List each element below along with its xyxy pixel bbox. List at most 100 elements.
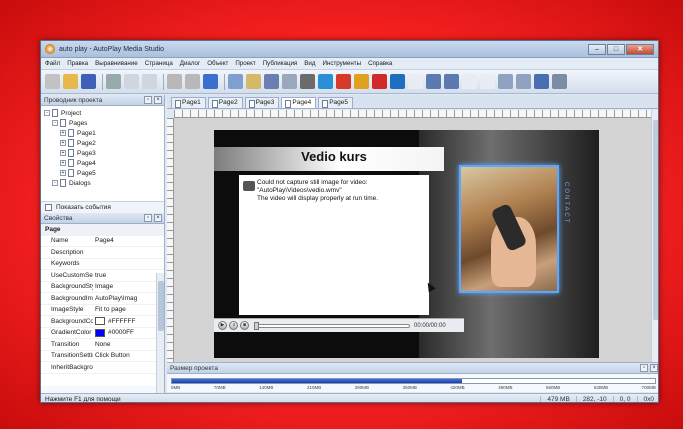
stop-icon[interactable]: ■ [240,321,249,330]
menu-view[interactable]: Вид [304,60,315,67]
property-row[interactable]: Transition None [41,339,164,351]
expand-toggle-icon[interactable]: - [52,180,58,186]
show-events-row[interactable]: Показать события [41,201,164,213]
property-value-cell[interactable]: Image [93,283,164,290]
wand-icon[interactable] [45,74,60,89]
minimize-button[interactable]: – [588,43,606,55]
tab-page1[interactable]: Page1 [171,97,206,108]
menu-dialog[interactable]: Диалог [180,60,200,67]
menu-tools[interactable]: Инструменты [322,60,361,67]
seek-knob[interactable] [254,321,259,330]
tab-page2[interactable]: Page2 [207,97,243,108]
pdf-object-icon[interactable] [372,74,387,89]
property-value-cell[interactable]: AutoPlay\Imag [93,295,164,302]
save-icon[interactable] [81,74,96,89]
pin-icon[interactable]: ▫ [144,96,152,104]
media-object-icon[interactable] [354,74,369,89]
property-value-cell[interactable]: #0000FF [93,328,164,337]
property-value-cell[interactable]: Page4 [93,237,164,244]
list-object-icon[interactable] [462,74,477,89]
property-row[interactable]: ImageStyle Fit to page [41,305,164,316]
open-folder-icon[interactable] [63,74,78,89]
menu-object[interactable]: Объект [207,60,228,67]
tree-item[interactable]: - Pages [44,118,161,128]
video-object[interactable]: Could not capture still image for video:… [239,175,429,315]
tab-page4[interactable]: Page4 [281,97,317,108]
text-object-icon[interactable] [264,74,279,89]
web-object-icon[interactable] [318,74,333,89]
close-pane-icon[interactable]: × [154,96,162,104]
tab-page5[interactable]: Page5 [318,97,353,108]
tree-item[interactable]: + Page4 [44,158,161,168]
plugin-object-icon[interactable] [300,74,315,89]
combo-object-icon[interactable] [480,74,495,89]
show-events-checkbox[interactable] [45,204,52,211]
pause-icon[interactable]: ॥ [229,321,238,330]
close-button[interactable]: ✕ [626,43,654,55]
paragraph-object-icon[interactable] [282,74,297,89]
menu-align[interactable]: Выравнивание [95,60,138,67]
property-row[interactable]: GradientColor #0000FF [41,328,164,339]
menu-help[interactable]: Справка [368,60,392,67]
expand-toggle-icon[interactable]: + [60,130,66,136]
menu-project[interactable]: Проект [235,60,255,67]
tree-item[interactable]: + Page2 [44,138,161,148]
menu-publish[interactable]: Публикация [263,60,298,67]
property-row[interactable]: BackgroundIma AutoPlay\Imag [41,293,164,305]
properties-scrollbar[interactable] [156,273,164,401]
ie-object-icon[interactable] [390,74,405,89]
canvas-scrollbar[interactable] [651,110,658,362]
tab-page3[interactable]: Page3 [244,97,280,108]
tree-item[interactable]: - Dialogs [44,178,161,188]
property-value-cell[interactable]: #FFFFFF [93,317,164,326]
redo-icon[interactable] [185,74,200,89]
radio-object-icon[interactable] [444,74,459,89]
page-heading[interactable]: Vedio kurs [254,149,414,164]
copy-icon[interactable] [124,74,139,89]
page-stage[interactable]: Vedio kurs Could not capture still image… [214,130,599,358]
design-canvas[interactable]: Vedio kurs Could not capture still image… [174,118,651,362]
cut-icon[interactable] [106,74,121,89]
menu-file[interactable]: Файл [45,60,60,67]
property-value-cell[interactable]: Click Button [93,352,164,359]
grid-object-icon[interactable] [516,74,531,89]
menu-edit[interactable]: Правка [67,60,88,67]
button-object-icon[interactable] [228,74,243,89]
property-row[interactable]: Name Page4 [41,236,164,247]
preview-icon[interactable] [203,74,218,89]
property-row[interactable]: InheritBackgrou [41,362,164,374]
undo-icon[interactable] [167,74,182,89]
label-object-icon[interactable] [246,74,261,89]
property-row[interactable]: TransitionSettin Click Button [41,351,164,362]
paste-icon[interactable] [142,74,157,89]
expand-toggle-icon[interactable]: + [60,150,66,156]
scroll-thumb[interactable] [653,120,658,320]
close-pane-icon[interactable]: × [650,364,658,372]
checkbox-object-icon[interactable] [426,74,441,89]
tree-item[interactable]: + Page5 [44,168,161,178]
contact-photo-image[interactable] [459,165,559,293]
pin-icon[interactable]: ▫ [640,364,648,372]
input-object-icon[interactable] [408,74,423,89]
tree-item[interactable]: + Page1 [44,128,161,138]
property-value-cell[interactable]: true [93,272,164,279]
slideshow-object-icon[interactable] [552,74,567,89]
property-row[interactable]: Keywords [41,259,164,270]
property-value-cell[interactable]: Fit to page [93,306,164,313]
property-group-page[interactable]: Page [41,224,164,236]
property-value-cell[interactable]: None [93,341,164,348]
property-row[interactable]: BackgroundCol #FFFFFF [41,316,164,328]
expand-toggle-icon[interactable]: - [44,110,50,116]
close-pane-icon[interactable]: × [154,214,162,222]
tree-object-icon[interactable] [498,74,513,89]
expand-toggle-icon[interactable]: + [60,160,66,166]
tree-item[interactable]: - Project [44,108,161,118]
progress-object-icon[interactable] [534,74,549,89]
expand-toggle-icon[interactable]: + [60,140,66,146]
pin-icon[interactable]: ▫ [144,214,152,222]
flash-object-icon[interactable] [336,74,351,89]
seek-bar[interactable] [254,321,410,330]
tree-item[interactable]: + Page3 [44,148,161,158]
maximize-button[interactable]: □ [607,43,625,55]
scroll-thumb[interactable] [158,281,164,331]
